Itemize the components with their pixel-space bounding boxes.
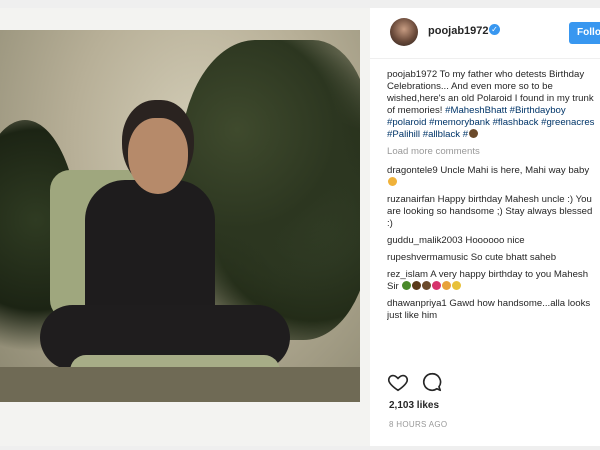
comment-username[interactable]: guddu_malik2003 — [387, 235, 463, 246]
header-username[interactable]: poojab1972 — [428, 25, 489, 37]
comment-username[interactable]: dragontele9 — [387, 165, 438, 176]
emoji-icon — [388, 177, 397, 186]
floor — [0, 367, 360, 402]
avatar[interactable] — [390, 18, 418, 46]
follow-button[interactable]: Follo — [569, 22, 600, 44]
comments-section: poojab1972 To my father who detests Birt… — [387, 69, 597, 363]
comment-item: dhawanpriya1 Gawd how handsome...alla lo… — [387, 298, 597, 322]
person-head — [128, 118, 188, 194]
verified-badge-icon: ✓ — [489, 24, 500, 35]
comment-item: rupeshvermamusic So cute bhatt saheb — [387, 252, 597, 264]
post-card: poojab1972 ✓ Follo poojab1972 To my fath… — [0, 8, 600, 446]
post-photo[interactable] — [0, 8, 370, 446]
polaroid-image — [0, 30, 360, 402]
gift-emoji-icon — [442, 281, 452, 290]
post-header: poojab1972 ✓ Follo — [370, 8, 600, 59]
bouquet-emoji-icon — [402, 281, 412, 290]
comment-username[interactable]: rupeshvermamusic — [387, 252, 468, 263]
comment-item: ruzanairfan Happy birthday Mahesh uncle … — [387, 194, 597, 230]
comment-item: dragontele9 Uncle Mahi is here, Mahi way… — [387, 165, 597, 189]
comment-item: guddu_malik2003 Hoooooo nice — [387, 235, 597, 247]
heart-icon[interactable] — [387, 371, 409, 393]
post-timestamp: 8 HOURS AGO — [389, 420, 448, 429]
instagram-page: poojab1972 ✓ Follo poojab1972 To my fath… — [0, 0, 600, 450]
likes-count[interactable]: 2,103 likes — [389, 400, 439, 411]
party-emoji-icon — [452, 281, 462, 290]
caption-username[interactable]: poojab1972 — [387, 69, 437, 80]
ribbon-emoji-icon — [432, 281, 442, 290]
comment-text: Hoooooo nice — [462, 235, 525, 246]
comment-icon[interactable] — [421, 371, 443, 393]
comment-text: So cute bhatt saheb — [468, 252, 557, 263]
comment-text: Uncle Mahi is here, Mahi way baby — [437, 165, 590, 176]
comment-username[interactable]: dhawanpriya1 — [387, 298, 447, 309]
comment-username[interactable]: ruzanairfan — [387, 194, 435, 205]
bouquet-emoji-icon — [412, 281, 422, 290]
caption: poojab1972 To my father who detests Birt… — [387, 69, 597, 141]
emoji-icon — [469, 129, 479, 138]
cake-emoji-icon — [422, 281, 432, 290]
comment-item: rez_islam A very happy birthday to you M… — [387, 269, 597, 293]
post-actions — [387, 371, 587, 395]
load-more-comments-link[interactable]: Load more comments — [387, 146, 597, 158]
comment-username[interactable]: rez_islam — [387, 269, 428, 280]
